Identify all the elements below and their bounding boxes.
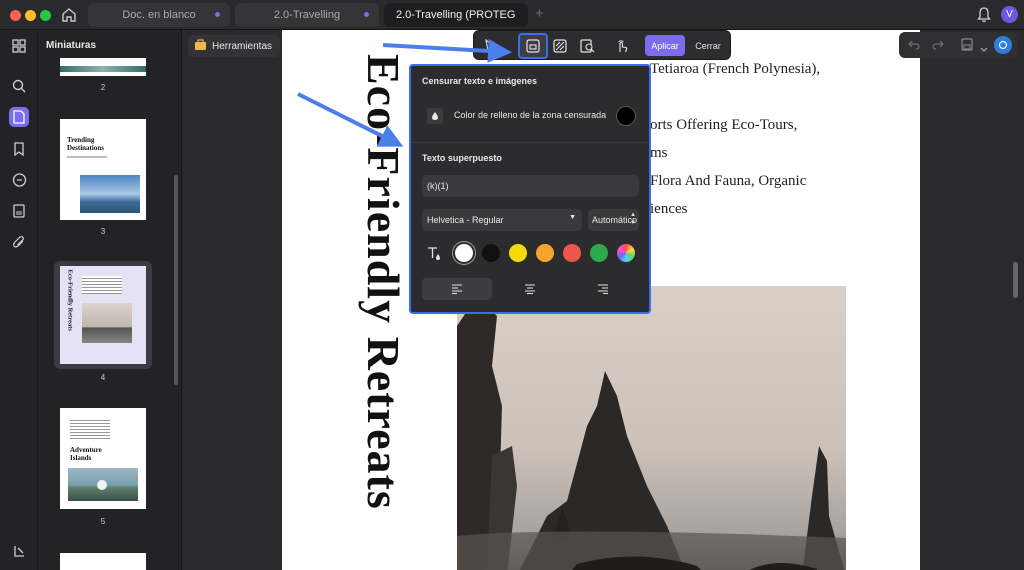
align-left-button[interactable]	[422, 278, 492, 300]
thumbnail-page-5[interactable]: Adventure Islands	[60, 408, 146, 509]
search-redact-icon[interactable]	[577, 36, 597, 56]
undo-icon[interactable]	[908, 38, 920, 56]
color-orange[interactable]	[536, 244, 554, 262]
thumbnail-page-4[interactable]: Eco-Friendly Retreats	[60, 266, 146, 364]
overlay-heading: Texto superpuesto	[422, 153, 502, 163]
popup-heading: Censurar texto e imágenes	[422, 76, 538, 86]
doc-text-line: iences	[650, 201, 688, 217]
comment-icon[interactable]	[9, 170, 29, 190]
thumbnail-title: Adventure Islands	[70, 446, 102, 462]
doc-text-line: orts Offering Eco-Tours,	[650, 117, 798, 133]
align-right-button[interactable]	[568, 278, 638, 300]
grid-icon[interactable]	[9, 36, 29, 56]
color-picker-rainbow[interactable]	[617, 244, 635, 262]
layers-icon[interactable]	[9, 541, 29, 561]
history-toolbar	[899, 32, 1017, 58]
home-icon[interactable]	[60, 6, 78, 24]
color-red[interactable]	[563, 244, 581, 262]
fill-color-swatch[interactable]	[616, 106, 636, 126]
thumbnail-scrollbar[interactable]	[174, 175, 178, 385]
page-number: 3	[100, 227, 106, 236]
fill-drop-icon	[427, 108, 443, 124]
font-select[interactable]: Helvetica - Regular ▼	[422, 209, 582, 231]
apply-button[interactable]: Aplicar	[645, 35, 685, 56]
page-icon[interactable]	[9, 107, 29, 127]
hand-tap-icon[interactable]	[612, 36, 632, 56]
color-green[interactable]	[590, 244, 608, 262]
redo-icon[interactable]	[932, 38, 944, 56]
zoom-window-button[interactable]	[40, 10, 51, 21]
new-tab-icon[interactable]: +	[535, 5, 544, 22]
left-rail	[0, 30, 38, 570]
redaction-settings-popup: Censurar texto e imágenes Color de relle…	[409, 64, 651, 314]
sync-icon[interactable]	[994, 36, 1012, 54]
color-yellow[interactable]	[509, 244, 527, 262]
page-number: 5	[100, 517, 106, 526]
thumbnail-page-3[interactable]: Trending Destinations	[60, 119, 146, 220]
paperclip-icon[interactable]	[9, 232, 29, 252]
tools-button[interactable]: Herramientas	[188, 35, 281, 57]
avatar[interactable]: V	[1001, 6, 1018, 23]
divider	[411, 142, 649, 143]
fill-color-row: Color de relleno de la zona censurada	[422, 99, 638, 133]
pointer-icon[interactable]	[480, 36, 500, 56]
fill-color-label: Color de relleno de la zona censurada	[454, 110, 607, 120]
vertical-title: Eco-Friendly Retreats	[330, 54, 410, 570]
thumbnail-page-6[interactable]	[60, 553, 146, 570]
attachment-list-icon[interactable]	[9, 201, 29, 221]
toolbox-icon	[194, 38, 207, 54]
thumbnail-title: Trending Destinations	[67, 136, 104, 152]
chevron-down-icon: ▼	[569, 214, 576, 221]
color-black[interactable]	[482, 244, 500, 262]
doc-text-line: Flora And Fauna, Organic	[650, 173, 807, 189]
tab-label: 2.0-Travelling	[273, 9, 341, 21]
redact-pages-icon[interactable]	[550, 36, 570, 56]
stepper-arrows-icon: ▲ ▼	[630, 212, 636, 226]
page-number: 2	[100, 83, 106, 92]
font-size-stepper[interactable]: Automático ▲ ▼	[588, 209, 639, 231]
bell-icon[interactable]	[976, 6, 992, 29]
search-icon[interactable]	[9, 76, 29, 96]
page-number: 4	[100, 373, 106, 382]
close-button[interactable]: Cerrar	[690, 35, 726, 56]
redaction-toolbar: Aplicar Cerrar	[473, 30, 731, 60]
tab-travelling[interactable]: 2.0-Travelling	[235, 3, 379, 27]
text-color-icon	[426, 245, 442, 266]
vertical-title-text: Eco-Friendly Retreats	[358, 54, 409, 510]
color-white[interactable]	[455, 244, 473, 262]
right-margin	[920, 30, 1024, 570]
thumbnail-panel: Miniaturas 2 Trending Destinations 3 Eco…	[38, 30, 182, 570]
minimize-window-button[interactable]	[25, 10, 36, 21]
save-icon[interactable]	[961, 38, 973, 56]
tab-blank-doc[interactable]: Doc. en blanco	[88, 3, 230, 27]
close-window-button[interactable]	[10, 10, 21, 21]
thumbnail-title: Eco-Friendly Retreats	[66, 269, 74, 331]
redact-area-icon[interactable]	[518, 33, 548, 59]
doc-text-line: Tetiaroa (French Polynesia),	[650, 61, 821, 77]
tab-travelling-protected[interactable]: 2.0-Travelling (PROTEGIDO)	[384, 3, 528, 27]
font-select-value: Helvetica - Regular	[427, 215, 504, 225]
tools-label: Herramientas	[212, 40, 273, 52]
document-scrollbar[interactable]	[1013, 262, 1018, 298]
alignment-group	[422, 278, 639, 300]
tools-strip: Herramientas	[182, 30, 282, 570]
title-bar: Doc. en blanco 2.0-Travelling 2.0-Travel…	[0, 0, 1024, 30]
chevron-down-icon[interactable]	[980, 40, 988, 58]
tab-label: Doc. en blanco	[122, 9, 196, 21]
coastal-rocks-photo[interactable]	[457, 286, 846, 570]
bookmark-icon[interactable]	[9, 139, 29, 159]
align-center-button[interactable]	[495, 278, 565, 300]
app-window: Doc. en blanco 2.0-Travelling 2.0-Travel…	[0, 0, 1024, 570]
thumbnail-page-2[interactable]	[60, 58, 146, 76]
panel-title: Miniaturas	[46, 40, 97, 51]
overlay-text-input[interactable]: (k)(1)	[422, 175, 639, 197]
tab-label: 2.0-Travelling (PROTEGIDO)	[396, 9, 516, 21]
doc-text-line: ms	[650, 145, 668, 161]
